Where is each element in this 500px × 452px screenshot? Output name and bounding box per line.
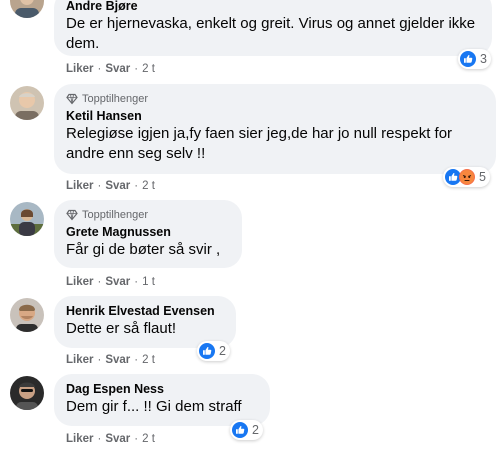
separator: · bbox=[134, 354, 139, 366]
comment-bubble: Andre Bjøre De er hjernevaska, enkelt og… bbox=[54, 0, 492, 56]
top-fan-badge: Topptilhenger bbox=[66, 91, 484, 106]
like-link[interactable]: Liker bbox=[66, 354, 94, 366]
comment-author[interactable]: Henrik Elvestad Evensen bbox=[66, 303, 224, 319]
diamond-icon bbox=[66, 93, 78, 105]
comment-bubble: Topptilhenger Grete Magnussen Får gi de … bbox=[54, 200, 242, 268]
angry-icon bbox=[459, 169, 475, 185]
separator: · bbox=[134, 180, 139, 192]
comment-author[interactable]: Andre Bjøre bbox=[66, 0, 480, 14]
reply-link[interactable]: Svar bbox=[105, 276, 130, 288]
separator: · bbox=[97, 433, 102, 445]
comment-bubble: Topptilhenger Ketil Hansen Relegiøse igj… bbox=[54, 84, 496, 174]
comment-text: Får gi de bøter så svir , bbox=[66, 241, 221, 258]
reply-link[interactable]: Svar bbox=[105, 63, 130, 75]
badge-label: Topptilhenger bbox=[82, 92, 149, 105]
comment-bubble: Dag Espen Ness Dem gir f... !! Gi dem st… bbox=[54, 374, 270, 426]
reaction-summary[interactable]: 2 bbox=[197, 341, 230, 361]
separator: · bbox=[97, 354, 102, 366]
comment-text: Relegiøse igjen ja,fy faen sier jeg,de h… bbox=[66, 125, 453, 162]
reply-link[interactable]: Svar bbox=[105, 354, 130, 366]
separator: · bbox=[97, 276, 102, 288]
diamond-icon bbox=[66, 209, 78, 221]
top-fan-badge: Topptilhenger bbox=[66, 207, 230, 222]
separator: · bbox=[134, 433, 139, 445]
comment-text: Dette er så flaut! bbox=[66, 320, 177, 337]
reply-link[interactable]: Svar bbox=[105, 180, 130, 192]
separator: · bbox=[97, 180, 102, 192]
comment-author[interactable]: Ketil Hansen bbox=[66, 108, 484, 124]
comment-text: Dem gir f... !! Gi dem straff bbox=[66, 398, 242, 415]
separator: · bbox=[97, 63, 102, 75]
comment-author[interactable]: Dag Espen Ness bbox=[66, 381, 258, 397]
avatar[interactable] bbox=[10, 376, 44, 410]
like-link[interactable]: Liker bbox=[66, 180, 94, 192]
avatar[interactable] bbox=[10, 86, 44, 120]
reaction-summary[interactable]: 3 bbox=[458, 49, 491, 69]
reaction-summary[interactable]: 5 bbox=[443, 167, 490, 187]
timestamp[interactable]: 2 t bbox=[142, 180, 155, 192]
reaction-count: 5 bbox=[479, 170, 486, 184]
comment-text: De er hjernevaska, enkelt og greit. Viru… bbox=[66, 15, 476, 52]
avatar[interactable] bbox=[10, 202, 44, 236]
like-icon bbox=[460, 51, 476, 67]
avatar[interactable] bbox=[10, 298, 44, 332]
timestamp[interactable]: 1 t bbox=[142, 276, 155, 288]
timestamp[interactable]: 2 t bbox=[142, 433, 155, 445]
comment-actions: Liker · Svar · 2 t bbox=[66, 179, 155, 193]
reaction-count: 2 bbox=[252, 423, 259, 437]
comment-actions: Liker · Svar · 2 t bbox=[66, 62, 155, 76]
like-link[interactable]: Liker bbox=[66, 276, 94, 288]
comment-actions: Liker · Svar · 1 t bbox=[66, 275, 155, 289]
avatar[interactable] bbox=[10, 0, 44, 18]
reaction-summary[interactable]: 2 bbox=[230, 420, 263, 440]
like-link[interactable]: Liker bbox=[66, 63, 94, 75]
timestamp[interactable]: 2 t bbox=[142, 354, 155, 366]
comment-actions: Liker · Svar · 2 t bbox=[66, 353, 155, 367]
separator: · bbox=[134, 63, 139, 75]
like-icon bbox=[199, 343, 215, 359]
badge-label: Topptilhenger bbox=[82, 208, 149, 221]
reaction-count: 2 bbox=[219, 344, 226, 358]
like-icon bbox=[232, 422, 248, 438]
like-link[interactable]: Liker bbox=[66, 433, 94, 445]
separator: · bbox=[134, 276, 139, 288]
reaction-count: 3 bbox=[480, 52, 487, 66]
comment-actions: Liker · Svar · 2 t bbox=[66, 432, 155, 446]
comment-author[interactable]: Grete Magnussen bbox=[66, 224, 230, 240]
reply-link[interactable]: Svar bbox=[105, 433, 130, 445]
timestamp[interactable]: 2 t bbox=[142, 63, 155, 75]
